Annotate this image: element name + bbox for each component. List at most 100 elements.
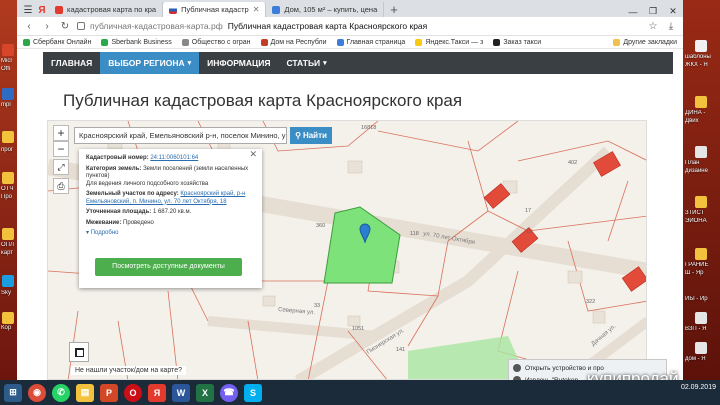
print-icon[interactable]: ⎙ [53,178,69,194]
desktop-label[interactable]: ВЗП - Я [685,326,706,332]
excel-icon[interactable]: X [196,383,214,402]
powerpoint-icon[interactable]: P [100,383,118,402]
system-clock[interactable]: 02.09.2019 [681,383,716,392]
nav-region[interactable]: ВЫБОР РЕГИОНА ▾ [100,52,200,74]
desktop-label[interactable]: ЗТИСТ [685,210,704,216]
view-documents-button[interactable]: Посмотреть доступные документы [95,258,242,276]
nav-articles[interactable]: СТАТЬИ ▾ [278,52,334,74]
desktop-label[interactable]: Ш - Яр [685,270,704,276]
minimize-icon[interactable]: — [623,7,643,17]
reload-icon[interactable]: ↻ [59,21,71,32]
bookmark-item[interactable]: Заказ такси [493,38,541,46]
tab-public-cadastral[interactable]: Публичная кадастр ✕ [163,2,267,17]
desktop-label[interactable]: дом - Я [685,356,706,362]
zoom-in-button[interactable]: + [53,125,69,141]
desktop-label[interactable]: шаблоны [685,54,711,60]
bookmark-star-icon[interactable]: ☆ [647,21,659,32]
folder-icon[interactable] [2,172,14,184]
opera-icon[interactable]: O [124,383,142,402]
desktop-label[interactable]: ЭЙОНА [685,218,707,224]
desktop-label[interactable]: mpl [1,102,11,108]
forward-icon[interactable]: › [41,21,53,32]
desktop-label[interactable]: ЙЫ - Ир [685,296,708,302]
desktop-label[interactable]: План [685,160,699,166]
bookmark-item[interactable]: Sberbank Business [101,38,172,46]
desktop-label[interactable]: карт [1,250,13,256]
new-tab-icon[interactable]: + [384,2,404,17]
close-window-icon[interactable]: ✕ [663,6,683,17]
document-icon[interactable] [695,342,707,354]
explorer-icon[interactable]: ▤ [76,383,94,402]
document-icon[interactable] [695,40,707,52]
desktop-label[interactable]: ЖКХ - Я [685,62,708,68]
tab-bar: ☰ Я кадастровая карта по кра Публичная к… [17,0,683,17]
word-icon[interactable]: W [172,383,190,402]
nav-label: СТАТЬИ [286,58,321,68]
folder-icon[interactable] [2,131,14,143]
bookmark-item[interactable]: Общество с огран [181,38,251,46]
tab-house-listing[interactable]: Дом, 105 м² – купить, цена [266,2,385,17]
whatsapp-icon[interactable]: ✆ [52,383,70,402]
desktop-label[interactable]: Кор [1,325,11,331]
folder-icon [613,38,621,46]
yandex-logo-icon[interactable]: Я [35,3,49,17]
desktop-label[interactable]: ГРАНИЕ [685,262,709,268]
url-field[interactable]: публичная-кадастровая-карта.рф Публичная… [77,19,641,33]
start-icon[interactable]: ⊞ [4,383,22,402]
bookmark-folder[interactable]: Другие закладки [613,38,677,46]
maximize-icon[interactable]: ❐ [643,6,663,17]
close-tab-icon[interactable]: ✕ [253,5,260,14]
desktop-label[interactable]: Про [1,194,12,200]
skype-icon[interactable]: S [244,383,262,402]
document-icon[interactable] [695,312,707,324]
desktop-label[interactable]: дизайне [685,168,708,174]
desktop-label[interactable]: ДИНА - [685,110,705,116]
back-icon[interactable]: ‹ [23,21,35,32]
download-icon[interactable]: ⤓ [665,21,677,32]
yandex-browser-icon[interactable]: Я [148,383,166,402]
bookmark-item[interactable]: Главная страница [336,38,405,46]
house-icon [260,38,268,46]
details-toggle[interactable]: ▾ Подробно [86,230,256,238]
zoom-out-button[interactable]: − [53,141,69,157]
desktop-label[interactable]: Sky [1,290,11,296]
find-button[interactable]: ⚲ Найти [290,127,332,144]
document-icon[interactable] [695,146,707,158]
folder-icon[interactable] [2,312,14,324]
cadastral-map[interactable]: ул. 70 лет Октября Северная ул. Пионерск… [47,120,647,380]
folder-icon[interactable] [2,228,14,240]
layers-button[interactable] [69,342,89,362]
parcel-number: 1051 [352,326,364,332]
bookmark-item[interactable]: Сбербанк Онлайн [23,38,91,46]
desktop-label[interactable]: ОТЧ [1,186,13,192]
close-icon[interactable]: ✕ [249,150,257,159]
folder-icon[interactable] [695,96,707,108]
site-navigation: ГЛАВНАЯ ВЫБОР РЕГИОНА ▾ ИНФОРМАЦИЯ СТАТЬИ… [43,52,673,74]
tabs-menu-icon[interactable]: ☰ [21,3,35,17]
fullscreen-icon[interactable]: ⤢ [53,159,69,175]
desktop-label[interactable]: Offi [1,66,10,72]
viber-icon[interactable]: ☎ [220,383,238,402]
sberbank-icon [101,38,109,46]
address-search-input[interactable]: Красноярский край, Емельяновский р-н, по… [74,127,287,144]
bookmark-item[interactable]: Дом на Республи [260,38,327,46]
desktop-label[interactable]: Micr [1,58,12,64]
desktop-label[interactable]: Двих [685,118,699,124]
skype-icon[interactable] [2,275,14,287]
nav-info[interactable]: ИНФОРМАЦИЯ [199,52,278,74]
bookmark-label: Sberbank Business [111,38,172,46]
parcel-number: 118 [410,231,419,237]
parcel-number: 16818 [361,125,376,131]
desktop-label[interactable]: прог [1,147,13,153]
chrome-icon[interactable]: ◉ [28,383,46,402]
folder-icon[interactable] [695,196,707,208]
tab-cadastral-search[interactable]: кадастровая карта по кра [49,2,164,17]
desktop-label[interactable]: ОПЛ [1,242,14,248]
folder-icon[interactable] [695,248,707,260]
bookmark-item[interactable]: Яндекс.Такси — з [415,38,483,46]
nav-home[interactable]: ГЛАВНАЯ [43,52,100,74]
not-found-link[interactable]: Не нашли участок/дом на карте? [71,366,186,375]
office-icon[interactable] [2,44,14,56]
word-icon[interactable] [2,88,14,100]
cadastral-number-link[interactable]: 24:11:0060101:64 [150,155,198,161]
